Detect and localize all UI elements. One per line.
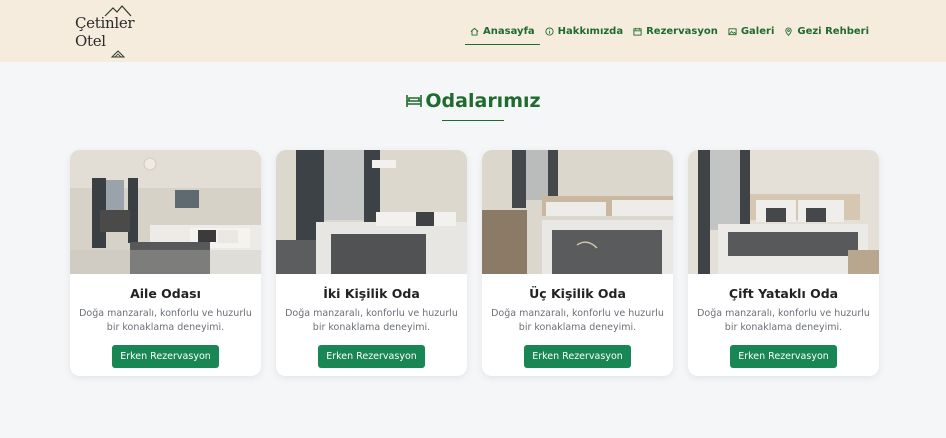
room-name: İki Kişilik Oda (323, 286, 420, 301)
site-header: Çetinler Otel Anasayfa Hakkımızda Rezerv… (0, 0, 946, 62)
nav-item-rezervasyon[interactable]: Rezervasyon (628, 17, 723, 45)
room-card: İki Kişilik Oda Doğa manzaralı, konforlu… (276, 150, 467, 376)
nav-label: Anasayfa (483, 25, 535, 37)
room-description: Doğa manzaralı, konforlu ve huzurlu bir … (79, 308, 252, 333)
section-title: Odalarımız (0, 90, 946, 112)
nav-item-galeri[interactable]: Galeri (723, 17, 780, 45)
room-photo-uc-kisilik (482, 150, 673, 274)
room-cards: Aile Odası Doğa manzaralı, konforlu ve h… (0, 121, 946, 376)
early-booking-button[interactable]: Erken Rezervasyon (318, 345, 425, 368)
early-booking-button[interactable]: Erken Rezervasyon (112, 345, 219, 368)
nav-label: Rezervasyon (646, 25, 718, 37)
bed-icon (406, 95, 423, 107)
room-name: Aile Odası (130, 286, 201, 301)
room-photo-iki-kisilik (276, 150, 467, 274)
room-card: Üç Kişilik Oda Doğa manzaralı, konforlu … (482, 150, 673, 376)
room-name: Üç Kişilik Oda (529, 286, 626, 301)
nav-item-anasayfa[interactable]: Anasayfa (465, 17, 540, 45)
nav-label: Galeri (740, 25, 775, 37)
room-photo-cift-yatakli (688, 150, 879, 274)
nav-item-hakkimizda[interactable]: Hakkımızda (540, 17, 628, 45)
nav-item-gezi-rehberi[interactable]: Gezi Rehberi (779, 17, 874, 45)
early-booking-button[interactable]: Erken Rezervasyon (730, 345, 837, 368)
map-pin-icon (785, 27, 793, 36)
room-photo-aile (70, 150, 261, 274)
room-card: Aile Odası Doğa manzaralı, konforlu ve h… (70, 150, 261, 376)
room-description: Doğa manzaralı, konforlu ve huzurlu bir … (491, 308, 664, 333)
section-title-text: Odalarımız (425, 90, 541, 112)
site-logo[interactable]: Çetinler Otel (75, 4, 161, 58)
brand-name: Çetinler Otel (75, 13, 135, 50)
image-icon (728, 27, 737, 35)
main-nav: Anasayfa Hakkımızda Rezervasyon Galeri G… (465, 17, 946, 45)
room-description: Doğa manzaralı, konforlu ve huzurlu bir … (285, 308, 458, 333)
early-booking-button[interactable]: Erken Rezervasyon (524, 345, 631, 368)
room-name: Çift Yataklı Oda (728, 286, 839, 301)
room-description: Doğa manzaralı, konforlu ve huzurlu bir … (697, 308, 870, 333)
room-card: Çift Yataklı Oda Doğa manzaralı, konforl… (688, 150, 879, 376)
calendar-icon (633, 27, 642, 36)
home-icon (470, 27, 479, 36)
info-icon (545, 26, 554, 36)
nav-label: Gezi Rehberi (797, 25, 869, 37)
triangle-logo-icon (111, 49, 125, 57)
nav-label: Hakkımızda (557, 25, 624, 37)
rooms-section: Odalarımız Aile Odası Doğa manzaralı, ko… (0, 62, 946, 376)
